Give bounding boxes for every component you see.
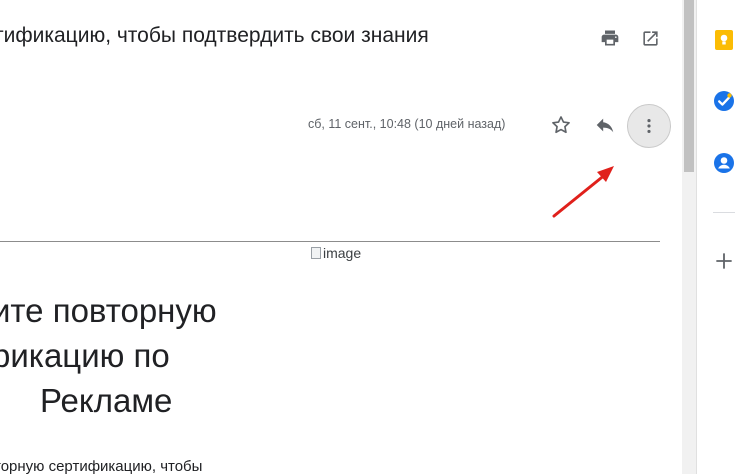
broken-image-alt: image xyxy=(323,245,362,261)
star-icon xyxy=(552,116,570,134)
red-arrow-annotation xyxy=(552,166,614,218)
email-subject: тификацию, чтобы подтвердить свои знания xyxy=(0,24,429,47)
broken-image-icon xyxy=(311,247,321,259)
side-panel xyxy=(696,0,750,474)
print-icon xyxy=(601,30,619,46)
plus-icon[interactable] xyxy=(715,252,733,270)
open-in-new-window-button[interactable] xyxy=(634,22,666,54)
more-options-button[interactable] xyxy=(627,104,671,148)
email-headline: ите повторную рикацию по Рекламе xyxy=(0,288,217,423)
content-divider xyxy=(0,241,660,242)
headline-line: Рекламе xyxy=(40,382,173,419)
scrollbar-thumb[interactable] xyxy=(684,0,694,172)
star-button[interactable] xyxy=(545,109,577,141)
tasks-icon[interactable] xyxy=(713,90,735,112)
reply-icon xyxy=(596,118,614,133)
broken-image: image xyxy=(311,245,361,261)
email-date: сб, 11 сент., 10:48 (10 дней назад) xyxy=(308,117,506,131)
email-body-text: торную сертификацию, чтобы xyxy=(0,458,203,475)
headline-line: рикацию по xyxy=(0,337,170,374)
more-vertical-icon xyxy=(647,119,651,133)
headline-line: ите повторную xyxy=(0,292,217,329)
keep-icon[interactable] xyxy=(713,29,735,51)
open-in-new-window-icon xyxy=(642,30,658,46)
contacts-icon[interactable] xyxy=(713,152,735,174)
reply-button[interactable] xyxy=(589,109,621,141)
side-panel-divider xyxy=(713,212,735,213)
print-button[interactable] xyxy=(594,22,626,54)
